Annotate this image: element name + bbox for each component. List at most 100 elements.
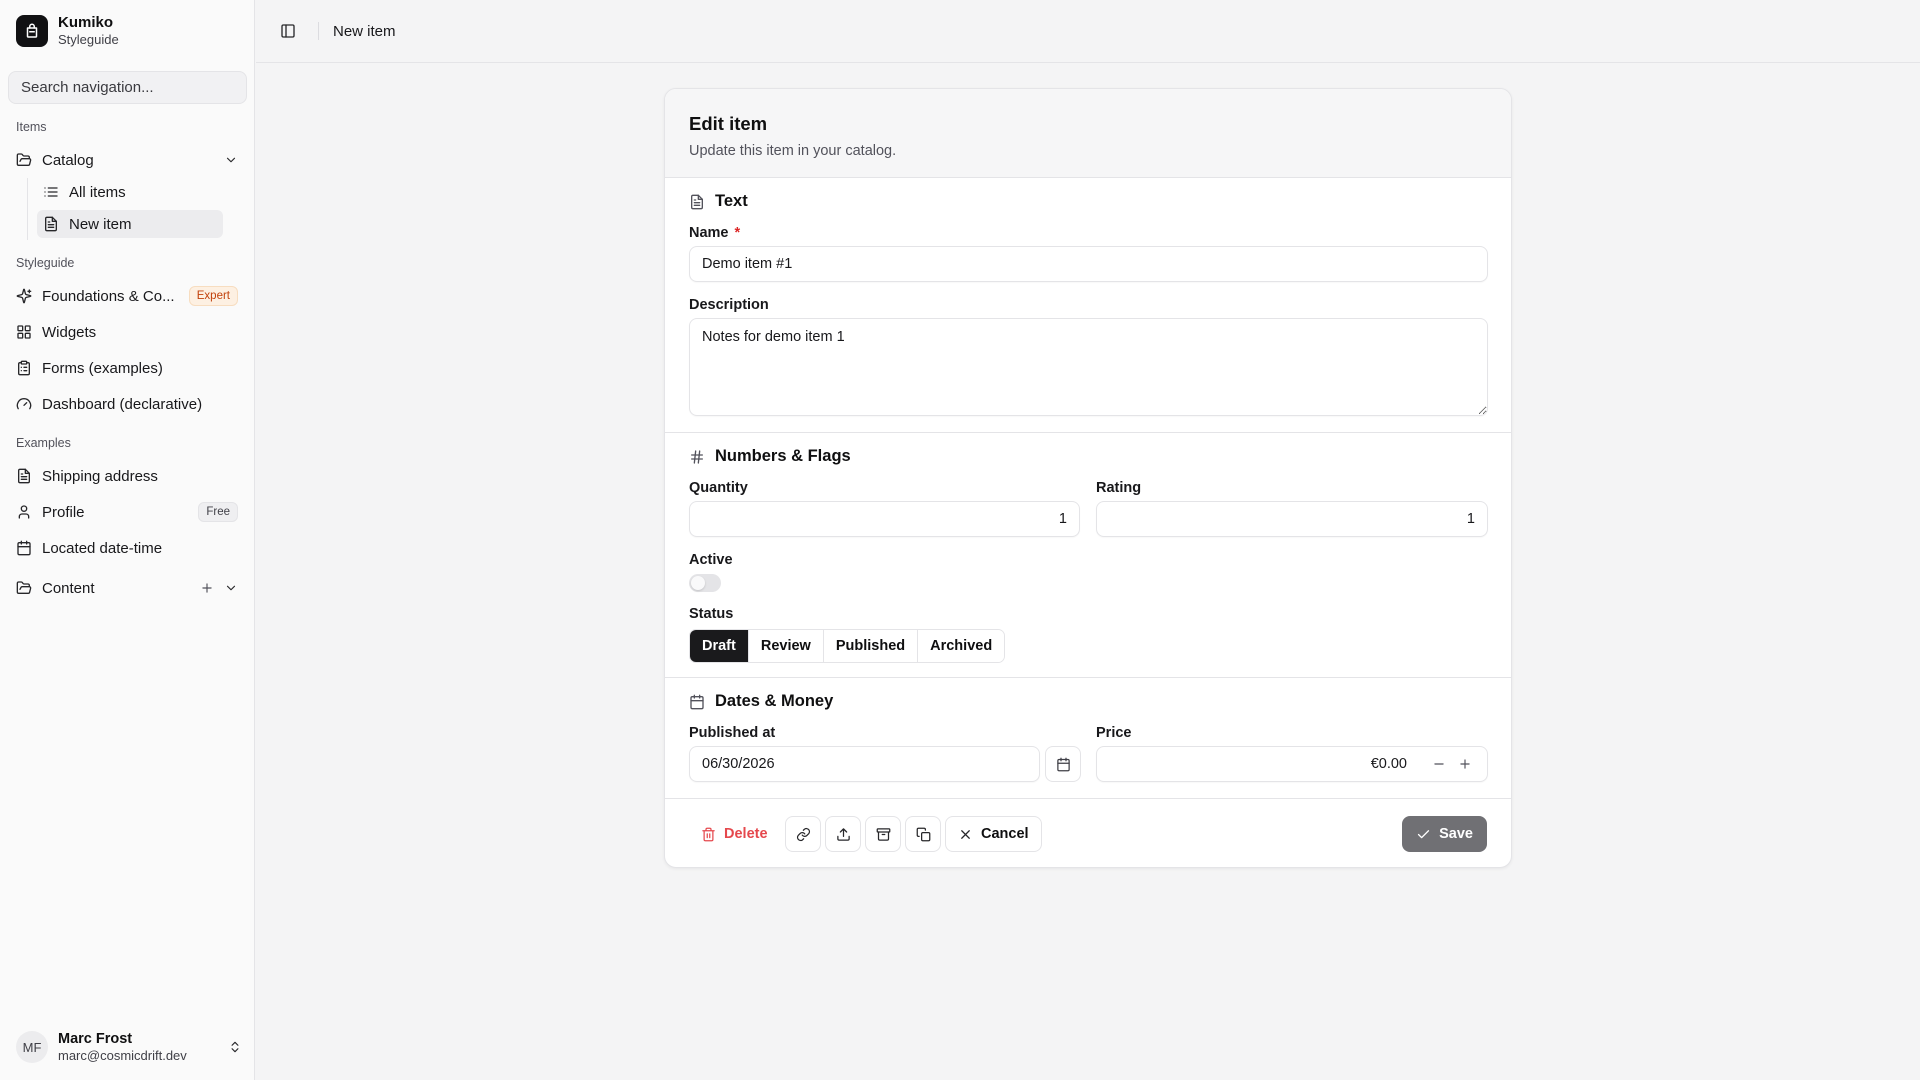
link-icon	[796, 827, 810, 841]
archive-button[interactable]	[865, 816, 901, 852]
chevron-down-icon[interactable]	[224, 581, 238, 595]
sidebar-item-new-item[interactable]: New item	[37, 210, 223, 238]
description-label: Description	[689, 297, 769, 313]
date-picker-button[interactable]	[1045, 746, 1081, 782]
sidebar-item-label: Profile	[42, 503, 85, 521]
name-label: Name *	[689, 225, 740, 241]
chevron-down-icon[interactable]	[224, 153, 238, 167]
save-label: Save	[1439, 826, 1473, 842]
avatar: MF	[16, 1031, 48, 1063]
user-menu[interactable]: MF Marc Frost marc@cosmicdrift.dev	[16, 1028, 242, 1066]
user-name: Marc Frost	[58, 1030, 133, 1047]
sidebar-item-label: Dashboard (declarative)	[42, 395, 203, 413]
cancel-label: Cancel	[981, 826, 1029, 842]
minus-icon[interactable]	[1432, 757, 1446, 771]
cancel-button[interactable]: Cancel	[945, 816, 1042, 852]
check-icon	[1418, 829, 1430, 838]
topbar: New item	[256, 0, 1920, 63]
section-divider	[665, 677, 1511, 678]
copy-link-button[interactable]	[785, 816, 821, 852]
quantity-label: Quantity	[689, 480, 748, 496]
plus-icon[interactable]	[1458, 757, 1472, 771]
export-button[interactable]	[825, 816, 861, 852]
trash-icon	[702, 827, 715, 841]
section-label: Text	[715, 192, 748, 210]
name-input[interactable]	[689, 246, 1488, 282]
section-label: Dates & Money	[715, 692, 834, 710]
status-option-review[interactable]: Review	[748, 630, 824, 662]
file-text-icon	[45, 216, 57, 232]
sidebar-item-shipping-address[interactable]: Shipping address	[14, 461, 240, 491]
card-header: Edit item Update this item in your catal…	[665, 89, 1511, 178]
folder-open-icon	[16, 581, 32, 594]
sidebar-item-foundations[interactable]: Foundations & Co... Expert	[14, 281, 240, 311]
archive-icon	[876, 827, 890, 841]
sidebar-item-catalog[interactable]: Catalog	[14, 145, 240, 175]
calendar-icon	[690, 694, 704, 709]
duplicate-button[interactable]	[905, 816, 941, 852]
file-text-icon	[18, 468, 30, 484]
status-segmented-control: Draft Review Published Archived	[689, 629, 1006, 663]
sidebar-item-label: Foundations & Co...	[42, 287, 175, 305]
copy-icon	[916, 827, 930, 841]
sparkles-icon	[16, 288, 32, 304]
active-toggle[interactable]	[689, 574, 721, 592]
price-input[interactable]	[1096, 746, 1488, 782]
sidebar-item-label: Widgets	[42, 323, 97, 341]
search-navigation-input[interactable]	[8, 71, 247, 104]
file-text-icon	[691, 194, 703, 209]
sidebar-item-label: Catalog	[42, 151, 94, 169]
sidebar-item-profile[interactable]: Profile Free	[14, 497, 240, 527]
breadcrumb-separator	[318, 22, 319, 40]
sidebar-item-content[interactable]: Content	[14, 573, 240, 603]
edit-item-card: Edit item Update this item in your catal…	[664, 88, 1512, 868]
hash-icon	[691, 449, 703, 464]
delete-label: Delete	[724, 826, 768, 842]
nav-group-items: Items	[16, 120, 47, 134]
folder-open-icon	[16, 153, 32, 166]
plus-icon[interactable]	[200, 581, 214, 595]
sidebar-item-label: Shipping address	[42, 467, 158, 485]
nav-group-styleguide: Styleguide	[16, 256, 75, 270]
panel-left-icon	[281, 24, 295, 38]
nav-group-examples: Examples	[16, 436, 71, 450]
expert-badge: Expert	[188, 286, 238, 306]
price-stepper	[1432, 757, 1472, 771]
section-divider	[665, 432, 1511, 433]
section-dates-title: Dates & Money	[689, 692, 833, 711]
sidebar-item-located-date-time[interactable]: Located date-time	[14, 533, 240, 563]
sidebar-item-dashboard[interactable]: Dashboard (declarative)	[14, 389, 240, 419]
delete-button[interactable]: Delete	[689, 816, 780, 852]
toggle-sidebar-button[interactable]	[272, 15, 304, 47]
user-email: marc@cosmicdrift.dev	[58, 1047, 187, 1063]
calendar-icon	[17, 540, 31, 556]
status-option-archived[interactable]: Archived	[918, 630, 1005, 662]
sidebar-item-label: Located date-time	[42, 539, 163, 557]
layout-grid-icon	[17, 325, 31, 339]
name-label-text: Name	[689, 225, 729, 241]
close-icon	[961, 829, 970, 839]
rating-input[interactable]	[1096, 501, 1488, 537]
app-logo-icon	[16, 15, 48, 47]
published-at-input[interactable]	[689, 746, 1040, 782]
toggle-knob	[691, 576, 705, 590]
app-name: Kumiko	[58, 14, 114, 31]
app-subtitle: Styleguide	[58, 32, 119, 47]
calendar-icon	[1056, 757, 1070, 771]
section-numbers-title: Numbers & Flags	[689, 447, 851, 466]
description-textarea[interactable]: Notes for demo item 1	[689, 318, 1488, 416]
sidebar-item-widgets[interactable]: Widgets	[14, 317, 240, 347]
price-label: Price	[1096, 725, 1132, 741]
chevrons-up-down-icon	[231, 1041, 239, 1053]
save-button[interactable]: Save	[1402, 816, 1487, 852]
sidebar-item-all-items[interactable]: All items	[37, 178, 223, 206]
user-icon	[18, 505, 30, 519]
sidebar: Kumiko Styleguide Items Catalog All item…	[0, 0, 255, 1080]
status-option-draft[interactable]: Draft	[690, 630, 749, 662]
quantity-input[interactable]	[689, 501, 1080, 537]
required-marker: *	[734, 225, 741, 241]
status-option-published[interactable]: Published	[823, 630, 919, 662]
brand[interactable]: Kumiko Styleguide	[16, 14, 119, 48]
list-icon	[44, 187, 58, 197]
sidebar-item-forms[interactable]: Forms (examples)	[14, 353, 240, 383]
